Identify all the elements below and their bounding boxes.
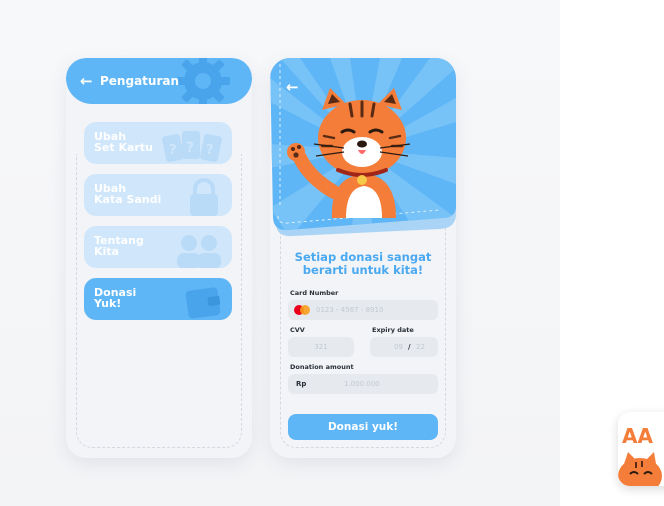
card-number-input[interactable]: 0123 - 4567 - 8910	[288, 300, 438, 320]
card-number-label: Card Number	[290, 289, 339, 297]
donate-button[interactable]: Donasi yuk!	[288, 414, 438, 440]
app-logo-icon: AA	[618, 412, 664, 486]
menu-item-label: Tentang Kita	[94, 234, 144, 258]
currency-prefix: Rp	[296, 380, 307, 388]
expiry-year: 22	[416, 343, 425, 351]
donation-screen: ← Setiap donasi sangat berarti untuk kit…	[270, 58, 456, 458]
menu-item-about-us[interactable]: Tentang Kita	[84, 226, 232, 268]
cvv-placeholder: 321	[314, 343, 328, 351]
page-title: Pengaturan	[100, 74, 180, 88]
menu-item-change-cardset[interactable]: ? ? ? Ubah Set Kartu	[84, 122, 232, 164]
cvv-input[interactable]: 321	[288, 337, 354, 357]
expiry-label: Expiry date	[372, 326, 414, 334]
settings-screen: ← Pengaturan ? ? ? Ubah Set Kartu Ubah K…	[66, 58, 252, 458]
people-icon	[177, 235, 221, 268]
donation-heading: Setiap donasi sangat berarti untuk kita!	[294, 250, 432, 277]
cvv-label: CVV	[290, 326, 305, 334]
expiry-month: 09	[394, 343, 403, 351]
donation-amount-input[interactable]: Rp 1.000.000	[288, 374, 438, 394]
mastercard-icon	[294, 305, 310, 315]
svg-text:?: ?	[186, 140, 194, 156]
menu-item-label: Ubah Set Kartu	[94, 130, 153, 154]
menu-item-label: Ubah Kata Sandi	[94, 182, 162, 206]
lock-icon	[190, 178, 218, 216]
settings-header: ← Pengaturan	[66, 58, 252, 104]
menu-item-label: Donasi Yuk!	[94, 286, 137, 310]
gear-icon	[176, 58, 230, 104]
menu-item-change-password[interactable]: Ubah Kata Sandi	[84, 174, 232, 216]
menu-item-donate[interactable]: Donasi Yuk!	[84, 278, 232, 320]
card-number-placeholder: 0123 - 4567 - 8910	[316, 306, 384, 314]
app-logo-text: AA	[622, 424, 653, 448]
expiry-separator: /	[408, 343, 411, 351]
back-button[interactable]: ←	[286, 78, 299, 96]
back-button[interactable]: ←	[80, 72, 93, 90]
donation-amount-label: Donation amount	[290, 363, 354, 371]
wallet-icon	[185, 287, 221, 319]
expiry-input[interactable]: 09 / 22	[370, 337, 438, 357]
donation-amount-placeholder: 1.000.000	[344, 380, 380, 388]
svg-text:?: ?	[206, 143, 214, 158]
